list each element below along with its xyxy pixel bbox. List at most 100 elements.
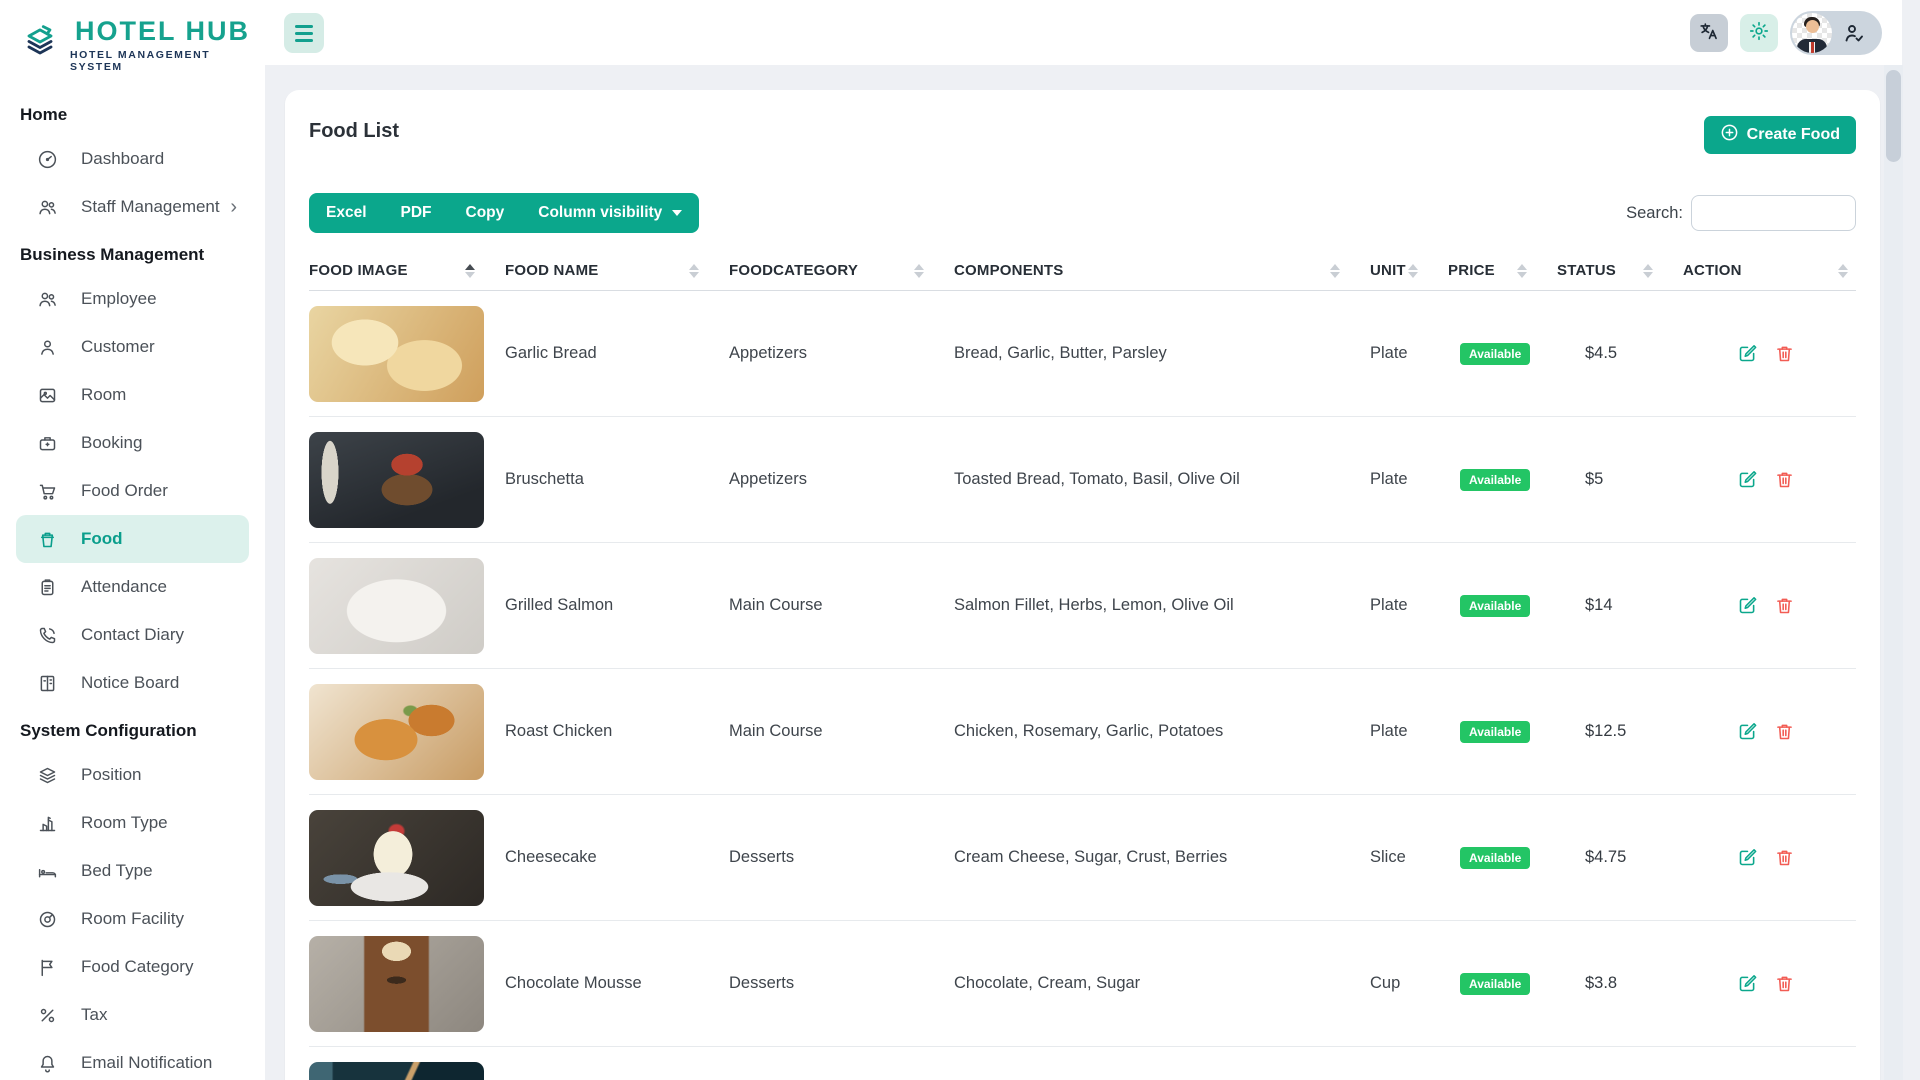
column-visibility-dropdown[interactable]: Column visibility — [521, 193, 699, 233]
sidebar-item-booking[interactable]: Booking — [0, 419, 265, 467]
sidebar-item-label: Email Notification — [81, 1053, 212, 1073]
food-image-cheesecake — [309, 810, 484, 906]
delete-button[interactable] — [1774, 721, 1795, 742]
hamburger-menu-button[interactable] — [284, 13, 324, 53]
edit-button[interactable] — [1737, 973, 1758, 994]
food-category: Appetizers — [729, 344, 954, 363]
settings-button[interactable] — [1740, 14, 1778, 52]
export-excel-button[interactable]: Excel — [309, 193, 384, 233]
edit-icon — [1737, 343, 1758, 364]
column-header-food-name[interactable]: FOOD NAME — [505, 262, 729, 279]
copy-button[interactable]: Copy — [449, 193, 522, 233]
sidebar-item-room-type[interactable]: Room Type — [0, 799, 265, 847]
table-search: Search: — [1626, 193, 1856, 233]
edit-button[interactable] — [1737, 343, 1758, 364]
sidebar-item-customer[interactable]: Customer — [0, 323, 265, 371]
page-title: Food List — [309, 90, 1856, 143]
food-category-icon — [37, 956, 59, 978]
column-header-food-image[interactable]: FOOD IMAGE — [309, 262, 505, 279]
bed-type-icon — [37, 860, 59, 882]
user-profile-button[interactable] — [1790, 11, 1882, 55]
translate-button[interactable] — [1690, 14, 1728, 52]
column-header-status[interactable]: STATUS — [1557, 262, 1683, 279]
food-price: $5 — [1557, 470, 1683, 489]
food-name: Bruschetta — [505, 470, 729, 489]
row-actions — [1683, 595, 1856, 616]
tax-icon — [37, 1004, 59, 1026]
hotel-hub-app: HOTEL HUB HOTEL MANAGEMENT SYSTEM Home D… — [0, 0, 1920, 1080]
sidebar-item-label: Dashboard — [81, 149, 164, 169]
delete-button[interactable] — [1774, 595, 1795, 616]
sidebar-item-label: Room Type — [81, 813, 168, 833]
sidebar-item-email-notification[interactable]: Email Notification — [0, 1039, 265, 1080]
edit-button[interactable] — [1737, 469, 1758, 490]
row-actions — [1683, 469, 1856, 490]
sidebar-item-label: Customer — [81, 337, 155, 357]
search-label: Search: — [1626, 204, 1683, 223]
sidebar-item-employee[interactable]: Employee — [0, 275, 265, 323]
status-badge: Available — [1460, 595, 1530, 617]
status-badge: Available — [1460, 847, 1530, 869]
edit-button[interactable] — [1737, 847, 1758, 868]
sort-icon — [465, 264, 475, 278]
edit-icon — [1737, 469, 1758, 490]
food-category: Main Course — [729, 596, 954, 615]
search-input[interactable] — [1691, 195, 1856, 231]
sidebar-item-dashboard[interactable]: Dashboard — [0, 135, 265, 183]
sidebar-item-label: Contact Diary — [81, 625, 184, 645]
caret-down-icon — [672, 210, 682, 216]
delete-button[interactable] — [1774, 343, 1795, 364]
column-header-action[interactable]: ACTION — [1683, 262, 1856, 279]
food-components: Toasted Bread, Tomato, Basil, Olive Oil — [954, 470, 1370, 489]
column-header-components[interactable]: COMPONENTS — [954, 262, 1370, 279]
notice-board-icon — [37, 672, 59, 694]
export-pdf-button[interactable]: PDF — [384, 193, 449, 233]
column-header-price[interactable]: PRICE — [1448, 262, 1557, 279]
sidebar-item-food-order[interactable]: Food Order — [0, 467, 265, 515]
food-unit: Plate — [1370, 470, 1448, 489]
edit-icon — [1737, 973, 1758, 994]
staff-management-icon — [37, 196, 59, 218]
sidebar-item-label: Room Facility — [81, 909, 184, 929]
column-header-unit[interactable]: UNIT — [1370, 262, 1448, 279]
sidebar-item-label: Food — [81, 529, 123, 549]
vertical-scrollbar[interactable] — [1884, 65, 1903, 1080]
sidebar-item-label: Bed Type — [81, 861, 153, 881]
create-food-button[interactable]: Create Food — [1704, 116, 1856, 154]
table-row — [309, 1047, 1856, 1080]
delete-button[interactable] — [1774, 847, 1795, 868]
customer-icon — [37, 336, 59, 358]
sidebar-item-position[interactable]: Position — [0, 751, 265, 799]
sidebar-item-room[interactable]: Room — [0, 371, 265, 419]
edit-button[interactable] — [1737, 721, 1758, 742]
sidebar-item-contact-diary[interactable]: Contact Diary — [0, 611, 265, 659]
sidebar-item-bed-type[interactable]: Bed Type — [0, 847, 265, 895]
food-price: $4.75 — [1557, 848, 1683, 867]
sidebar-item-food-active[interactable]: Food — [16, 515, 249, 563]
food-category: Desserts — [729, 974, 954, 993]
food-list-card: Food List Create Food Excel PDF Copy Col… — [285, 90, 1880, 1080]
delete-button[interactable] — [1774, 973, 1795, 994]
sidebar-item-label: Notice Board — [81, 673, 179, 693]
scrollbar-thumb[interactable] — [1886, 70, 1901, 162]
sidebar-item-staff-management[interactable]: Staff Management › — [0, 183, 265, 231]
sidebar-item-label: Tax — [81, 1005, 107, 1025]
sidebar-item-notice-board[interactable]: Notice Board — [0, 659, 265, 707]
edit-icon — [1737, 595, 1758, 616]
sidebar-item-food-category[interactable]: Food Category — [0, 943, 265, 991]
edit-button[interactable] — [1737, 595, 1758, 616]
sidebar-item-tax[interactable]: Tax — [0, 991, 265, 1039]
food-category: Appetizers — [729, 470, 954, 489]
sidebar-item-room-facility[interactable]: Room Facility — [0, 895, 265, 943]
food-price: $12.5 — [1557, 722, 1683, 741]
sidebar-item-attendance[interactable]: Attendance — [0, 563, 265, 611]
sort-icon — [1838, 264, 1848, 278]
hotel-hub-logo[interactable]: HOTEL HUB HOTEL MANAGEMENT SYSTEM — [0, 0, 265, 83]
table-row: Chocolate Mousse Desserts Chocolate, Cre… — [309, 921, 1856, 1047]
food-image-roast-chicken — [309, 684, 484, 780]
gear-icon — [1748, 20, 1770, 45]
delete-button[interactable] — [1774, 469, 1795, 490]
column-visibility-label: Column visibility — [538, 204, 662, 222]
column-header-foodcategory[interactable]: FOODCATEGORY — [729, 262, 954, 279]
sidebar-item-label: Attendance — [81, 577, 167, 597]
